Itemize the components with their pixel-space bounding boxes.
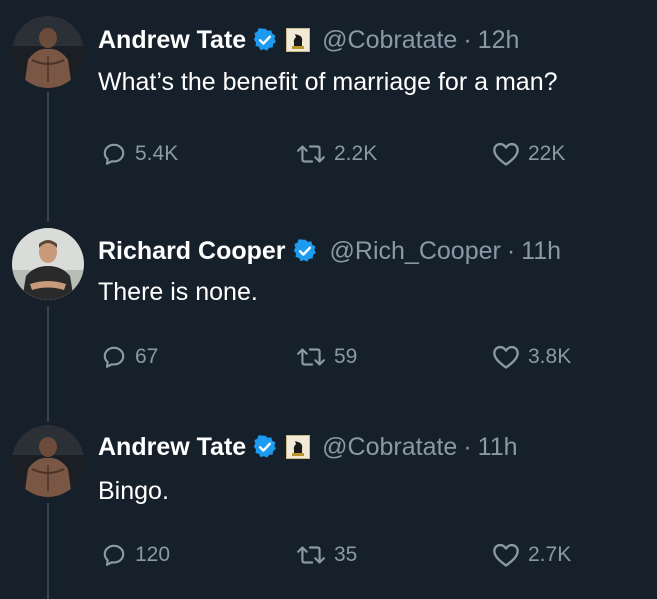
tweet[interactable]: Andrew Tate @Cobratate · 11h Bingo. 120 … [0, 0, 657, 599]
heart-icon [493, 543, 519, 567]
tweet-header: Andrew Tate @Cobratate · 11h [98, 432, 518, 462]
author-name[interactable]: Andrew Tate [98, 432, 246, 462]
like-count: 2.7K [528, 543, 572, 566]
reply-button[interactable]: 120 [101, 542, 170, 568]
avatar[interactable] [12, 425, 84, 497]
retweet-icon [297, 546, 325, 564]
tweet-timestamp[interactable]: 11h [478, 432, 518, 462]
separator-dot: · [463, 433, 472, 461]
tweet-actions: 120 35 2.7K [0, 542, 657, 572]
author-handle[interactable]: @Cobratate [322, 432, 457, 462]
verified-badge-icon [252, 434, 278, 460]
reply-count: 120 [135, 543, 171, 566]
retweet-count: 35 [334, 543, 358, 566]
like-button[interactable]: 2.7K [492, 542, 571, 568]
reply-icon [103, 544, 125, 566]
tweet-text: Bingo. [98, 477, 169, 505]
chess-knight-icon[interactable] [286, 435, 311, 459]
retweet-button[interactable]: 35 [296, 542, 357, 568]
